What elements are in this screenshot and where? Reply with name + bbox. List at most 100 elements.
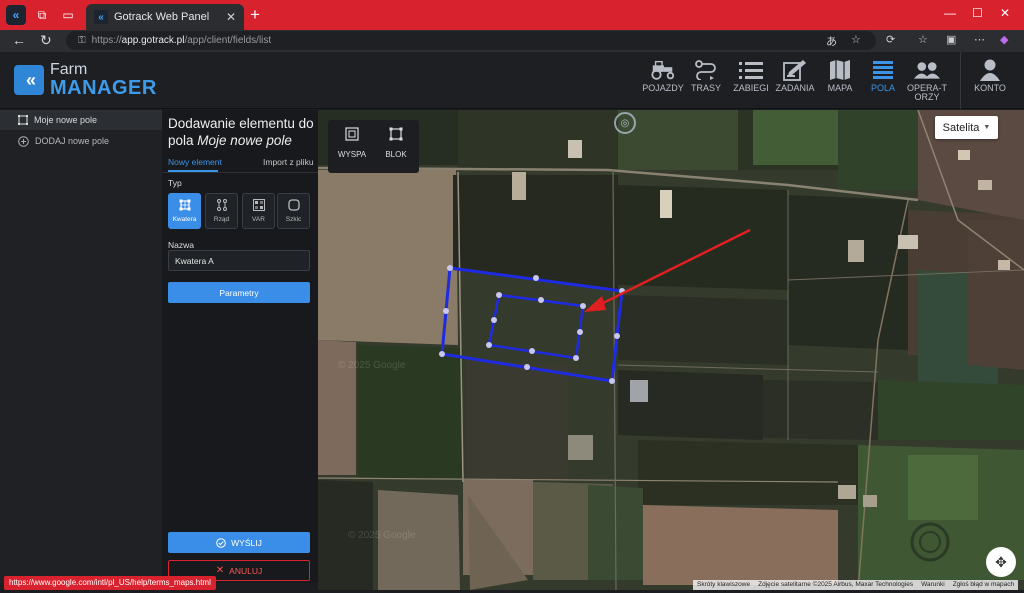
- map-type-select[interactable]: Satelita ▼: [935, 116, 998, 139]
- nav-zadania[interactable]: ZADANIA: [772, 59, 818, 93]
- back-icon[interactable]: ←: [12, 32, 26, 48]
- more-menu-icon[interactable]: ⋯: [974, 33, 985, 46]
- gotrack-favicon-icon: «: [94, 10, 108, 24]
- read-aloud-icon[interactable]: あ: [826, 33, 837, 49]
- params-button-label: Parametry: [219, 287, 259, 298]
- account-icon: [977, 59, 1003, 81]
- tool-label: WYSPA: [337, 150, 367, 159]
- copilot-icon[interactable]: ◆: [1000, 33, 1008, 46]
- island-icon: [345, 127, 359, 144]
- type-label-text: Szkic: [285, 216, 302, 223]
- element-tabs: Nowy element Import z pliku: [162, 154, 318, 173]
- location-icon[interactable]: ◎: [614, 112, 636, 134]
- nav-label: OPERA-TORZY: [907, 83, 948, 103]
- profile-icon[interactable]: «: [6, 5, 26, 25]
- sidebar-item-moje-nowe-pole[interactable]: Moje nowe pole: [0, 110, 162, 130]
- nav-operatorzy[interactable]: OPERA-TORZY: [904, 59, 950, 103]
- dropdown-caret-icon: ▼: [983, 124, 991, 131]
- inner-rectangle: [487, 293, 585, 360]
- browser-tab-active[interactable]: « Gotrack Web Panel ✕: [86, 4, 244, 30]
- fields-sidebar: Moje nowe pole DODAJ nowe pole: [0, 110, 162, 583]
- map-attribution: Skróty klawiszowe Zdjęcie satelitarne ©2…: [693, 580, 1019, 590]
- tab-new-element[interactable]: Nowy element: [168, 157, 222, 167]
- nav-label: KONTO: [974, 83, 1006, 93]
- nav-separator: [960, 52, 961, 109]
- cancel-button-label: ANULUJ: [229, 565, 263, 576]
- tractor-icon: [650, 59, 676, 81]
- operators-icon: [914, 59, 940, 81]
- block-icon: [389, 127, 403, 144]
- favorite-star-icon[interactable]: ☆: [851, 33, 861, 46]
- browser-address-bar: ← ↻ ⚿ https://app.gotrack.pl/app/client/…: [0, 30, 1024, 52]
- type-rzad-button[interactable]: Rząd: [205, 193, 238, 229]
- nav-pola[interactable]: POLA: [860, 59, 906, 93]
- reload-icon[interactable]: ↻: [40, 32, 52, 49]
- polygon-icon: [18, 115, 28, 125]
- map-watermark: © 2025 Google: [338, 360, 406, 371]
- workspaces-icon[interactable]: ⧉: [32, 5, 52, 25]
- quarter-polygon: [440, 266, 624, 383]
- satellite-map[interactable]: ◎ WYSPA BLOK Satelita ▼ © 2025 Google © …: [318, 110, 1024, 590]
- report-error-link[interactable]: Zgłoś błąd w mapach: [948, 580, 1019, 590]
- map-watermark: © 2025 Google: [348, 530, 416, 541]
- status-bar-url: https://www.google.com/intl/pl_US/help/t…: [4, 576, 216, 590]
- keyboard-shortcuts-link[interactable]: Skróty klawiszowe: [693, 580, 755, 590]
- favorites-icon[interactable]: ☆: [918, 33, 928, 46]
- browser-tab-bar: « ⧉ ▭ « Gotrack Web Panel ✕ + — ☐ ✕: [0, 0, 1024, 30]
- nav-label: ZADANIA: [775, 83, 815, 93]
- url-field[interactable]: ⚿ https://app.gotrack.pl/app/client/fiel…: [66, 31, 876, 50]
- check-circle-icon: [216, 537, 226, 548]
- close-window-icon[interactable]: ✕: [1000, 6, 1010, 20]
- tab-import-file[interactable]: Import z pliku: [263, 157, 314, 167]
- terms-link[interactable]: Warunki: [917, 580, 949, 590]
- list-icon: [738, 59, 764, 81]
- map-icon: [827, 59, 853, 81]
- nav-pojazdy[interactable]: POJAZDY: [640, 59, 686, 93]
- extensions-icon[interactable]: ⟳: [886, 33, 895, 46]
- sidebar-item-label: DODAJ nowe pole: [35, 136, 110, 146]
- url-scheme: https://: [91, 35, 122, 46]
- add-element-panel: Dodawanie elementu do pola Moje nowe pol…: [162, 110, 318, 583]
- type-label-text: Kwatera: [172, 216, 197, 223]
- tab-close-icon[interactable]: ✕: [226, 10, 236, 24]
- collections-icon[interactable]: ▣: [946, 33, 956, 46]
- nav-trasy[interactable]: TRASY: [683, 59, 729, 93]
- nav-konto[interactable]: KONTO: [967, 59, 1013, 93]
- type-label: Typ: [168, 178, 182, 188]
- type-var-button[interactable]: VAR: [242, 193, 275, 229]
- nav-mapa[interactable]: MAPA: [817, 59, 863, 93]
- tab-divider: [162, 172, 318, 173]
- type-label-text: Rząd: [213, 216, 230, 223]
- site-info-icon[interactable]: ⚿: [78, 35, 86, 46]
- tool-blok-button[interactable]: BLOK: [374, 127, 418, 159]
- minimize-icon[interactable]: —: [944, 6, 956, 20]
- logo-mark-icon: «: [14, 65, 44, 95]
- add-circle-icon: [18, 135, 29, 147]
- tool-wyspa-button[interactable]: WYSPA: [330, 127, 374, 159]
- new-tab-icon[interactable]: +: [250, 5, 260, 25]
- maximize-icon[interactable]: ☐: [972, 6, 983, 20]
- tool-label: BLOK: [385, 150, 407, 159]
- logo-manager-text: MANAGER: [50, 77, 157, 99]
- farm-manager-logo[interactable]: « Farm MANAGER: [14, 62, 157, 98]
- nav-label: ZABIEGI: [733, 83, 769, 93]
- pointer-arrow: [592, 228, 751, 310]
- polygon-vertices: [439, 265, 625, 384]
- sketch-icon: [287, 199, 300, 213]
- type-kwatera-button[interactable]: Kwatera: [168, 193, 201, 229]
- sidebar-item-label: Moje nowe pole: [34, 115, 98, 125]
- tab-title: Gotrack Web Panel: [114, 11, 210, 23]
- map-type-label: Satelita: [942, 121, 980, 134]
- nav-zabiegi[interactable]: ZABIEGI: [728, 59, 774, 93]
- title-field-name: Moje nowe pole: [197, 133, 292, 148]
- fullscreen-icon[interactable]: ✥: [986, 547, 1016, 577]
- tab-actions-icon[interactable]: ▭: [58, 5, 78, 25]
- type-szkic-button[interactable]: Szkic: [277, 193, 310, 229]
- params-button[interactable]: Parametry: [168, 282, 310, 303]
- drawn-shapes-layer: [439, 228, 751, 384]
- name-input[interactable]: [168, 250, 310, 271]
- sidebar-item-add-field[interactable]: DODAJ nowe pole: [0, 131, 162, 151]
- route-icon: [693, 59, 719, 81]
- url-host: app.gotrack.pl: [121, 35, 185, 46]
- submit-button[interactable]: WYŚLIJ: [168, 532, 310, 553]
